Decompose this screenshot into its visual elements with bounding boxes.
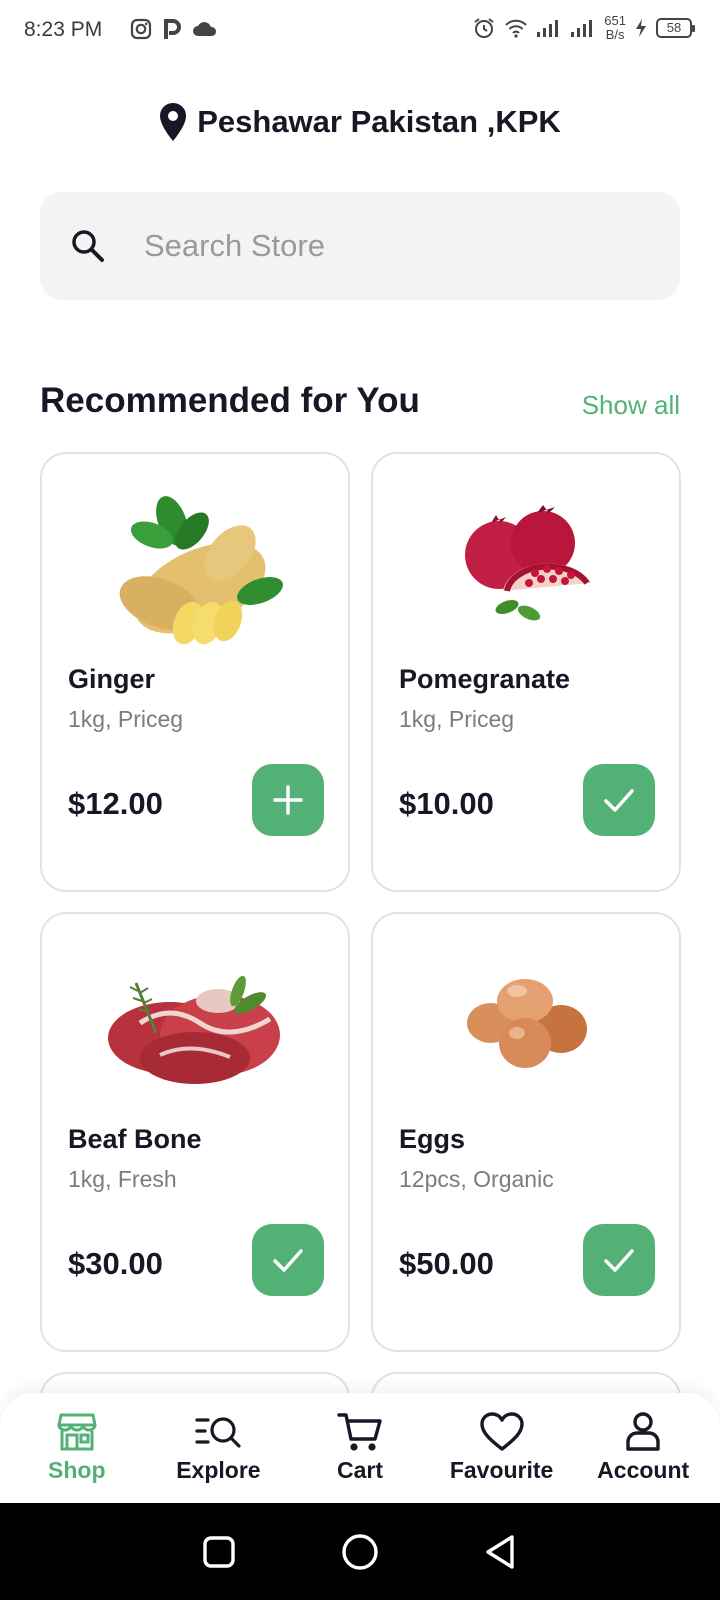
product-card-eggs[interactable]: Eggs 12pcs, Organic $50.00 <box>371 912 681 1352</box>
battery-icon: 58 <box>656 18 695 38</box>
status-notification-icons <box>130 18 218 40</box>
status-time: 8:23 PM <box>24 18 103 41</box>
search-input[interactable] <box>144 192 644 300</box>
nav-label: Shop <box>48 1457 106 1483</box>
nav-explore[interactable]: Explore <box>148 1393 288 1503</box>
added-to-cart-button[interactable] <box>252 1224 324 1296</box>
location-text: Peshawar Pakistan ,KPK <box>197 104 561 139</box>
product-price: $30.00 <box>68 1246 163 1281</box>
product-name: Beaf Bone <box>68 1124 202 1154</box>
product-name: Pomegranate <box>399 664 571 694</box>
added-to-cart-button[interactable] <box>583 1224 655 1296</box>
heart-icon <box>479 1412 524 1451</box>
network-speed-value: 651 <box>604 13 626 28</box>
status-system-icons: 651 B/s 58 <box>472 14 695 42</box>
network-speed-unit: B/s <box>605 27 625 42</box>
product-price: $50.00 <box>399 1246 494 1281</box>
product-image-pomegranate <box>373 478 679 658</box>
product-name: Eggs <box>399 1124 466 1154</box>
product-image-ginger <box>42 478 348 658</box>
product-card-ginger[interactable]: Ginger 1kg, Priceg $12.00 <box>40 452 350 892</box>
alarm-icon <box>474 18 494 38</box>
location-selector[interactable]: Peshawar Pakistan ,KPK <box>0 102 720 142</box>
back-icon[interactable] <box>484 1534 518 1570</box>
bottom-nav: Shop Explore Cart Favourite Account <box>0 1393 720 1503</box>
nav-label: Account <box>597 1457 690 1483</box>
search-icon <box>72 230 104 262</box>
product-card-beaf-bone[interactable]: Beaf Bone 1kg, Fresh $30.00 <box>40 912 350 1352</box>
product-subtitle: 1kg, Priceg <box>399 706 515 732</box>
nav-account[interactable]: Account <box>573 1393 713 1503</box>
product-name: Ginger <box>68 664 156 694</box>
p-app-icon <box>164 19 181 39</box>
product-image-eggs <box>373 938 679 1118</box>
instagram-icon <box>130 18 152 40</box>
home-icon[interactable] <box>341 1533 379 1571</box>
product-subtitle: 1kg, Priceg <box>68 706 184 732</box>
section-title: Recommended for You <box>40 381 420 420</box>
plus-icon <box>273 785 303 815</box>
recent-apps-icon[interactable] <box>202 1535 236 1569</box>
nav-shop[interactable]: Shop <box>7 1393 147 1503</box>
nav-label: Favourite <box>449 1457 554 1483</box>
nav-favourite[interactable]: Favourite <box>432 1393 572 1503</box>
check-icon <box>604 789 634 812</box>
account-icon <box>626 1412 660 1451</box>
location-pin-icon <box>160 103 187 141</box>
network-speed: 651 B/s <box>604 14 626 42</box>
product-image-beaf-bone <box>42 938 348 1118</box>
status-bar: 8:23 PM 651 B/s 58 <box>0 0 720 64</box>
product-price: $12.00 <box>68 786 163 821</box>
signal-icon-2 <box>571 20 593 37</box>
added-to-cart-button[interactable] <box>583 764 655 836</box>
system-navigation-bar <box>0 1503 720 1600</box>
product-subtitle: 12pcs, Organic <box>399 1166 554 1192</box>
nav-label: Cart <box>336 1457 383 1483</box>
check-icon <box>273 1249 303 1272</box>
charging-icon <box>636 19 646 37</box>
shop-icon <box>57 1413 97 1451</box>
cart-icon <box>337 1413 382 1451</box>
explore-icon <box>195 1417 241 1448</box>
wifi-icon <box>505 19 528 38</box>
product-subtitle: 1kg, Fresh <box>68 1166 177 1192</box>
cloud-icon <box>193 22 217 36</box>
nav-cart[interactable]: Cart <box>290 1393 430 1503</box>
show-all-link[interactable]: Show all <box>582 390 680 421</box>
add-to-cart-button[interactable] <box>252 764 324 836</box>
product-card-pomegranate[interactable]: Pomegranate 1kg, Priceg $10.00 <box>371 452 681 892</box>
nav-label: Explore <box>176 1457 261 1483</box>
signal-icon <box>537 20 559 37</box>
check-icon <box>604 1249 634 1272</box>
product-price: $10.00 <box>399 786 494 821</box>
search-bar[interactable] <box>40 192 680 300</box>
